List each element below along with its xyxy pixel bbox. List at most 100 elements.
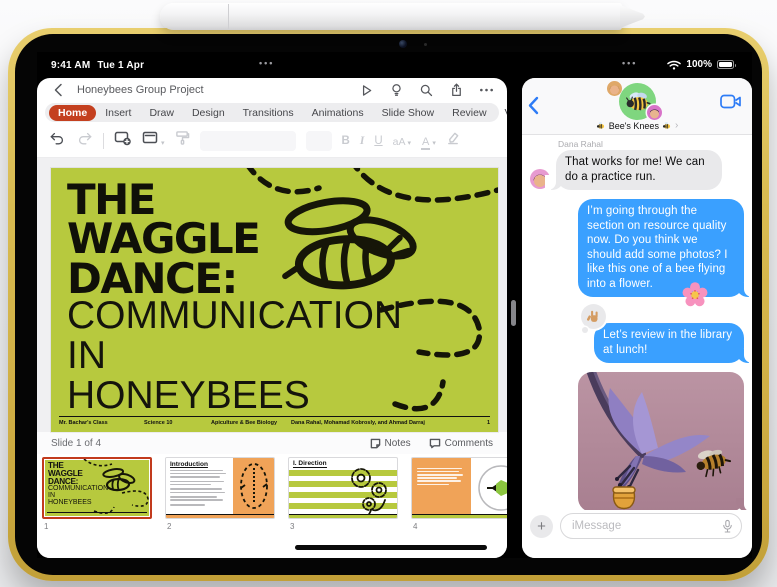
conversation-title[interactable]: Bee's Knees › bbox=[522, 120, 752, 131]
home-indicator[interactable] bbox=[295, 545, 487, 550]
status-indicators: 100% bbox=[667, 59, 736, 70]
new-slide-button[interactable] bbox=[114, 130, 132, 151]
thumbnail-slide-4[interactable] bbox=[411, 457, 507, 519]
message-bubble[interactable]: Let’s review in the library at lunch! bbox=[581, 304, 752, 363]
thumbnail-slide-3[interactable]: I. Direction bbox=[288, 457, 398, 519]
tab-view[interactable]: View bbox=[496, 105, 507, 121]
ideas-button[interactable] bbox=[385, 80, 407, 100]
present-button[interactable] bbox=[355, 80, 377, 100]
thumbnail-1-number: 1 bbox=[44, 522, 49, 531]
font-color-button: A ▾ bbox=[420, 135, 436, 150]
footer-page-number: 1 bbox=[486, 420, 490, 426]
facetime-button[interactable] bbox=[720, 94, 742, 114]
thumb2-title: Introduction bbox=[170, 461, 208, 468]
apple-pencil-body bbox=[160, 3, 622, 30]
italic-button: I bbox=[359, 134, 365, 147]
slide-title[interactable]: THE WAGGLE DANCE: bbox=[67, 178, 261, 299]
comments-button[interactable]: Comments bbox=[429, 438, 493, 449]
input-placeholder: iMessage bbox=[572, 520, 622, 532]
tab-draw[interactable]: Draw bbox=[140, 105, 183, 121]
highlight-button bbox=[446, 131, 460, 150]
message-bubble[interactable]: I’m going through the section on resourc… bbox=[578, 199, 752, 307]
apple-pencil-tip bbox=[620, 5, 645, 28]
slide-canvas: THE WAGGLE DANCE: COMMUNICATION IN HONEY… bbox=[37, 158, 507, 432]
imessage-input[interactable]: iMessage bbox=[560, 513, 742, 539]
undo-button[interactable] bbox=[49, 130, 66, 151]
slide-position: Slide 1 of 4 bbox=[51, 437, 102, 449]
back-button[interactable] bbox=[527, 96, 539, 120]
message-row-photo bbox=[530, 372, 752, 510]
footer-class: Mr. Bachar's Class bbox=[59, 420, 108, 426]
bee-sketch bbox=[282, 197, 417, 290]
slide-subtitle[interactable]: COMMUNICATION IN HONEYBEES bbox=[67, 296, 402, 415]
format-painter-button bbox=[175, 130, 190, 151]
more-button[interactable] bbox=[475, 80, 497, 100]
bee-emoji-icon bbox=[596, 121, 604, 129]
redo-button bbox=[76, 130, 93, 151]
underline-button: U bbox=[374, 134, 383, 147]
apple-pencil bbox=[160, 3, 645, 30]
member-avatar bbox=[647, 105, 662, 120]
thumbnail-2-wrap: Introduction 2 bbox=[165, 457, 275, 558]
sender-label: Dana Rahal bbox=[558, 139, 603, 149]
slide-1[interactable]: THE WAGGLE DANCE: COMMUNICATION IN HONEY… bbox=[51, 168, 498, 432]
split-view-drag-handle[interactable] bbox=[511, 300, 516, 326]
tab-transitions[interactable]: Transitions bbox=[234, 105, 303, 121]
wifi-icon bbox=[667, 60, 682, 70]
status-date: Tue 1 Apr bbox=[97, 60, 145, 71]
add-attachment-button[interactable]: + bbox=[530, 515, 553, 538]
front-camera bbox=[399, 40, 407, 48]
honey-pot-sticker bbox=[612, 486, 636, 510]
group-avatar[interactable] bbox=[607, 81, 667, 123]
tab-design[interactable]: Design bbox=[183, 105, 234, 121]
photo-attachment[interactable] bbox=[578, 372, 752, 510]
thumbnail-slide-2[interactable]: Introduction bbox=[165, 457, 275, 519]
notes-button[interactable]: Notes bbox=[370, 438, 411, 449]
document-title[interactable]: Honeybees Group Project bbox=[77, 84, 204, 96]
tab-review[interactable]: Review bbox=[443, 105, 495, 121]
flower-doodles bbox=[351, 468, 387, 518]
thumb2-orange-panel bbox=[232, 458, 274, 518]
bee-flower-photo bbox=[578, 372, 744, 510]
disclosure-chevron: › bbox=[674, 120, 679, 131]
flower-blossom-sticker[interactable] bbox=[682, 282, 708, 308]
status-time: 9:41 AM bbox=[51, 60, 91, 71]
powerpoint-status-bar: Slide 1 of 4 Notes Comments bbox=[37, 432, 507, 454]
clock-and-date: 9:41 AM Tue 1 Apr bbox=[51, 60, 144, 71]
apple-pencil-seam bbox=[228, 4, 229, 29]
message-bubble[interactable]: That works for me! We can do a practice … bbox=[545, 150, 722, 190]
screen: 9:41 AM Tue 1 Apr ••• ••• 100% Honeybees… bbox=[37, 52, 752, 558]
love-you-gesture-tapback[interactable] bbox=[581, 304, 606, 333]
message-row-received: That works for me! We can do a practice … bbox=[530, 150, 744, 190]
ribbon-tab-bar: Home Insert Draw Design Transitions Anim… bbox=[45, 103, 507, 122]
search-button[interactable] bbox=[415, 80, 437, 100]
thumbnail-3-number: 3 bbox=[290, 522, 295, 531]
share-button[interactable] bbox=[445, 80, 467, 100]
dictation-mic-icon[interactable] bbox=[722, 519, 733, 534]
back-button[interactable] bbox=[47, 80, 69, 100]
messages-header: Bee's Knees › bbox=[522, 78, 752, 135]
chevron-down-icon: ▾ bbox=[161, 140, 165, 147]
status-bar: 9:41 AM Tue 1 Apr ••• ••• 100% bbox=[37, 52, 752, 78]
thumb4-diagram bbox=[471, 458, 507, 518]
slide-footer: Mr. Bachar's Class Science 10 Apiculture… bbox=[59, 416, 490, 426]
tab-animations[interactable]: Animations bbox=[303, 105, 373, 121]
tab-insert[interactable]: Insert bbox=[96, 105, 140, 121]
thumbnail-1-wrap: THE WAGGLE DANCE: COMMUNICATION IN HONEYBEES… bbox=[42, 457, 152, 558]
left-window-controls[interactable]: ••• bbox=[259, 58, 274, 68]
message-row-sent: Let’s review in the library at lunch! bbox=[530, 304, 752, 363]
thumbnail-slide-1[interactable]: THE WAGGLE DANCE: COMMUNICATION IN HONEYBEES bbox=[42, 457, 152, 519]
tab-home[interactable]: Home bbox=[49, 104, 97, 121]
right-window-controls[interactable]: ••• bbox=[622, 58, 637, 68]
tab-slide-show[interactable]: Slide Show bbox=[373, 105, 444, 121]
slide-layout-button[interactable]: ▾ bbox=[142, 131, 165, 150]
footer-authors: Dana Rahal, Mohamad Kobrosly, and Ahmad … bbox=[291, 420, 425, 426]
powerpoint-window: Honeybees Group Project Home Insert Draw… bbox=[37, 78, 507, 558]
thumbnail-2-number: 2 bbox=[167, 522, 172, 531]
change-case-button: aA ▾ bbox=[392, 135, 411, 148]
battery-percent: 100% bbox=[686, 59, 712, 70]
ambient-sensor bbox=[424, 43, 427, 46]
toolbar-divider bbox=[103, 132, 104, 149]
thumbnail-4-number: 4 bbox=[413, 522, 418, 531]
battery-icon bbox=[717, 60, 736, 69]
